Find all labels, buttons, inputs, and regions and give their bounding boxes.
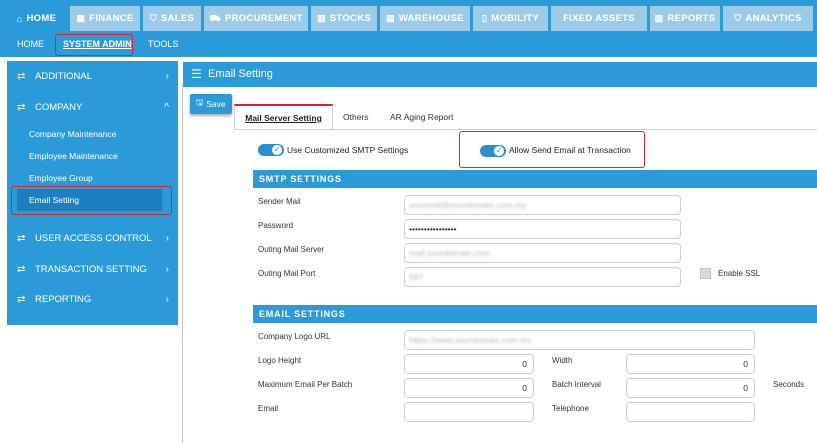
- chevron-up-icon: ^: [164, 101, 169, 113]
- max-email-label: Maximum Email Per Batch: [258, 380, 353, 389]
- sidebar-subitem-employee-maintenance[interactable]: Employee Maintenance: [29, 151, 118, 161]
- mobile-icon: ▯: [481, 13, 488, 23]
- smtp-toggle-label: Use Customized SMTP Settings: [287, 145, 409, 155]
- tab-mobility[interactable]: ▯ MOBILITY: [473, 6, 548, 31]
- sender-mail-input[interactable]: yourmail@yourdomain.com.my: [404, 195, 681, 215]
- sender-mail-label: Sender Mail: [258, 197, 301, 206]
- arrows-icon: ⇄: [17, 293, 26, 305]
- sidebar-item-additional[interactable]: ⇄ ADDITIONAL ›: [7, 63, 178, 89]
- tab-divider: [234, 129, 817, 130]
- chevron-right-icon: ›: [165, 263, 169, 275]
- warehouse-icon: ▤: [386, 13, 395, 23]
- chart-icon: ▥: [316, 13, 326, 23]
- telephone-label: Telephone: [552, 404, 589, 413]
- chevron-right-icon: ›: [165, 70, 169, 82]
- reports-icon: ▥: [654, 13, 664, 23]
- tab-ar-aging-report[interactable]: AR Aging Report: [390, 104, 453, 130]
- width-label: Width: [552, 356, 573, 365]
- tab-others[interactable]: Others: [343, 104, 369, 130]
- content-header: ☰ Email Setting: [183, 62, 817, 87]
- highlight-send-email: [459, 131, 645, 168]
- check-icon: ✓: [271, 144, 283, 156]
- sidebar-subitem-employee-group[interactable]: Employee Group: [29, 173, 93, 183]
- tab-home[interactable]: ⌂ HOME: [6, 4, 67, 33]
- smtp-toggle[interactable]: ✓: [258, 144, 284, 156]
- tab-stocks[interactable]: ▥ STOCKS: [311, 6, 377, 31]
- tab-mail-server-setting[interactable]: Mail Server Setting: [234, 104, 333, 130]
- outing-server-input[interactable]: mail.yourdomain.com: [404, 243, 681, 263]
- chevron-right-icon: ›: [165, 232, 169, 244]
- batch-interval-input[interactable]: 0: [626, 378, 755, 398]
- arrows-icon: ⇄: [17, 232, 26, 244]
- subtab-tools[interactable]: TOOLS: [148, 39, 178, 49]
- save-button[interactable]: 🖫 Save: [190, 94, 232, 114]
- arrows-icon: ⇄: [17, 101, 26, 113]
- email-label: Email: [258, 404, 279, 413]
- subtab-home[interactable]: HOME: [17, 39, 44, 49]
- content-divider: [182, 85, 183, 443]
- password-input[interactable]: ••••••••••••••••: [404, 219, 681, 239]
- save-icon: 🖫: [196, 97, 204, 107]
- arrows-icon: ⇄: [17, 70, 26, 82]
- page-title: Email Setting: [208, 68, 273, 80]
- tab-reports[interactable]: ▥ REPORTS: [650, 6, 720, 31]
- smtp-section-header: SMTP SETTINGS: [253, 170, 817, 188]
- finance-icon: ▦: [76, 13, 86, 23]
- logo-url-input[interactable]: https://www.yourdomain.com.my: [404, 330, 755, 350]
- tab-analytics[interactable]: ⛉ ANALYTICS: [723, 6, 813, 31]
- sidebar-item-company[interactable]: ⇄ COMPANY ^: [7, 94, 178, 120]
- sidebar-item-user-access-control[interactable]: ⇄ USER ACCESS CONTROL ›: [7, 225, 178, 251]
- outing-port-input[interactable]: 587: [404, 267, 681, 287]
- tab-sales[interactable]: ⛉ SALES: [143, 6, 201, 31]
- cart-icon: ⛉: [734, 13, 742, 23]
- sidebar-subitem-company-maintenance[interactable]: Company Maintenance: [29, 129, 116, 139]
- outing-port-label: Outing Mail Port: [258, 269, 316, 278]
- logo-height-label: Logo Height: [258, 356, 302, 365]
- password-label: Password: [258, 221, 294, 230]
- seconds-label: Seconds: [773, 380, 805, 389]
- max-email-input[interactable]: 0: [404, 378, 534, 398]
- truck-icon: ⛟: [209, 12, 221, 23]
- highlight-system-admin: [55, 34, 133, 56]
- chevron-right-icon: ›: [165, 293, 169, 305]
- tab-procurement[interactable]: ⛟ PROCUREMENT: [204, 6, 308, 31]
- arrows-icon: ⇄: [17, 263, 26, 275]
- top-nav: ⌂ HOME ▦ FINANCE ⛉ SALES ⛟ PROCUREMENT ▥ STOC…: [0, 0, 817, 33]
- home-icon: ⌂: [16, 13, 23, 24]
- telephone-input[interactable]: [626, 402, 755, 422]
- batch-interval-label: Batch Interval: [552, 380, 601, 389]
- width-input[interactable]: 0: [626, 354, 755, 374]
- ssl-checkbox[interactable]: [700, 268, 711, 279]
- logo-url-label: Company Logo URL: [258, 332, 331, 341]
- tab-finance[interactable]: ▦ FINANCE: [70, 6, 140, 31]
- hamburger-icon[interactable]: ☰: [191, 67, 202, 81]
- logo-height-input[interactable]: 0: [404, 354, 534, 374]
- email-input[interactable]: [404, 402, 534, 422]
- highlight-email-setting: [11, 186, 172, 215]
- sidebar-item-transaction-setting[interactable]: ⇄ TRANSACTION SETTING ›: [7, 256, 178, 282]
- sidebar-item-reporting[interactable]: ⇄ REPORTING ›: [7, 286, 178, 312]
- ssl-label: Enable SSL: [718, 269, 761, 278]
- tab-fixed-assets[interactable]: FIXED ASSETS: [551, 6, 647, 31]
- tab-warehouse[interactable]: ▤ WAREHOUSE: [380, 6, 470, 31]
- email-section-header: EMAIL SETTINGS: [253, 305, 817, 323]
- cart-icon: ⛉: [149, 13, 157, 23]
- outing-server-label: Outing Mail Server: [258, 245, 325, 254]
